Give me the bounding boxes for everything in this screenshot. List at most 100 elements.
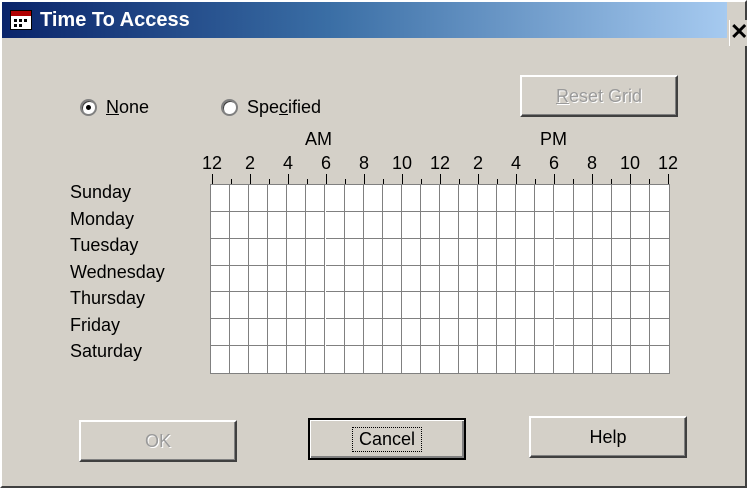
grid-cell[interactable] [649,266,669,293]
grid-cell[interactable] [230,211,250,239]
grid-cell[interactable] [573,265,593,293]
grid-cell[interactable] [573,292,593,320]
grid-cell[interactable] [230,265,250,293]
grid-cell[interactable] [516,319,536,347]
grid-cell[interactable] [401,265,421,293]
grid-cell[interactable] [592,185,612,212]
grid-cell[interactable] [497,185,517,212]
grid-cell[interactable] [402,346,421,373]
grid-cell[interactable] [249,346,269,373]
radio-specified-indicator[interactable] [221,98,238,116]
grid-cell[interactable] [649,185,669,212]
grid-cell[interactable] [364,346,383,373]
grid-cell[interactable] [363,185,383,212]
grid-cell[interactable] [249,292,269,320]
grid-cell[interactable] [345,346,364,373]
grid-cell[interactable] [440,185,460,212]
grid-cell[interactable] [249,211,269,239]
grid-cell[interactable] [440,319,460,347]
grid-cell[interactable] [344,185,364,212]
grid-cell[interactable] [592,265,612,293]
grid-cell[interactable] [611,211,631,239]
grid-cell[interactable] [611,238,631,266]
grid-cell[interactable] [535,238,555,266]
grid-cell[interactable] [516,346,536,373]
grid-cell[interactable] [211,346,231,373]
grid-cell[interactable] [268,238,288,266]
grid-cell[interactable] [649,239,669,266]
grid-cell[interactable] [306,265,326,293]
grid-cell[interactable] [535,319,555,347]
grid-cell[interactable] [573,238,593,266]
grid-cell[interactable] [574,346,593,373]
title-bar[interactable]: Time To Access [2,2,727,38]
grid-cell[interactable] [211,292,231,320]
grid-cell[interactable] [401,292,421,320]
grid-cell[interactable] [459,292,479,320]
grid-cell[interactable] [401,211,421,239]
grid-cell[interactable] [459,238,479,266]
grid-cell[interactable] [363,319,383,347]
ok-button[interactable]: OK [79,420,237,462]
grid-cell[interactable] [383,346,402,373]
grid-cell[interactable] [459,319,479,347]
grid-cell[interactable] [420,238,440,266]
grid-cell[interactable] [478,265,498,293]
grid-cell[interactable] [593,346,612,373]
grid-cell[interactable] [630,211,650,239]
grid-cell[interactable] [478,292,498,320]
grid-cell[interactable] [268,211,288,239]
grid-cell[interactable] [630,185,650,212]
grid-cell[interactable] [592,211,612,239]
grid-cell[interactable] [592,319,612,347]
grid-cell[interactable] [459,211,479,239]
grid-cell[interactable] [516,292,536,320]
grid-cell[interactable] [230,346,250,373]
grid-cell[interactable] [325,185,345,212]
reset-grid-button[interactable]: Reset Grid [520,75,678,117]
grid-cell[interactable] [611,292,631,320]
grid-cell[interactable] [287,265,307,293]
grid-cell[interactable] [535,211,555,239]
grid-cell[interactable] [554,211,574,239]
grid-cell[interactable] [344,238,364,266]
grid-cell[interactable] [592,292,612,320]
grid-cell[interactable] [306,211,326,239]
radio-none-indicator[interactable] [80,98,97,116]
grid-cell[interactable] [631,346,650,373]
grid-cell[interactable] [325,292,345,320]
grid-cell[interactable] [325,211,345,239]
grid-cell[interactable] [573,211,593,239]
grid-cell[interactable] [382,185,402,212]
grid-cell[interactable] [535,292,555,320]
grid-cell[interactable] [268,265,288,293]
grid-cell[interactable] [440,346,460,373]
grid-cell[interactable] [382,319,402,347]
grid-cell[interactable] [287,238,307,266]
grid-cell[interactable] [459,185,479,212]
grid-cell[interactable] [382,238,402,266]
grid-cell[interactable] [420,211,440,239]
grid-cell[interactable] [287,292,307,320]
grid-cell[interactable] [592,238,612,266]
grid-cell[interactable] [268,292,288,320]
grid-cell[interactable] [554,265,574,293]
grid-cell[interactable] [287,211,307,239]
grid-cell[interactable] [382,292,402,320]
grid-cell[interactable] [555,346,574,373]
grid-cell[interactable] [344,265,364,293]
grid-cell[interactable] [420,265,440,293]
grid-cell[interactable] [497,292,517,320]
grid-cell[interactable] [440,292,460,320]
grid-cell[interactable] [325,319,345,347]
grid-cell[interactable] [249,265,269,293]
grid-cell[interactable] [440,211,460,239]
grid-cell[interactable] [478,346,498,373]
grid-cell[interactable] [306,319,326,347]
grid-cell[interactable] [420,292,440,320]
grid-cell[interactable] [630,238,650,266]
grid-cell[interactable] [535,185,555,212]
grid-cell[interactable] [611,185,631,212]
grid-cell[interactable] [211,265,231,293]
radio-none[interactable]: None [80,95,149,119]
